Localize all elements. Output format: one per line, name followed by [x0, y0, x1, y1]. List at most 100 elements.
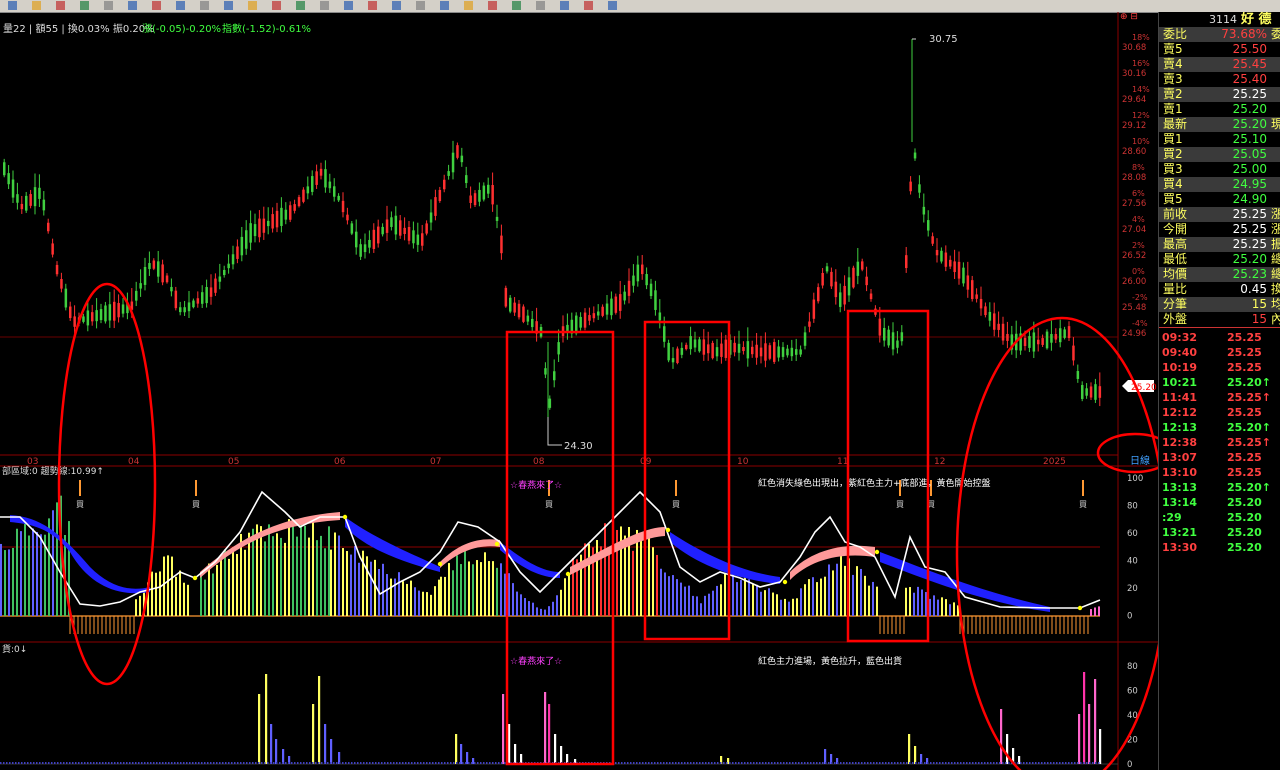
ind1-bar: [656, 554, 658, 616]
ind2-baseline-bar: [288, 762, 290, 764]
toolbar-tool-icon[interactable]: [128, 1, 137, 10]
candle-body: [975, 294, 978, 299]
ind1-bar: [1094, 607, 1096, 616]
ind1-bar: [366, 556, 368, 616]
candle-body: [913, 152, 917, 159]
tick-time: 13:13: [1162, 481, 1198, 494]
quote-label: 均價: [1163, 267, 1188, 281]
quote-label: 最新: [1163, 117, 1188, 131]
toolbar-tool-icon[interactable]: [392, 1, 401, 10]
ind2-baseline-bar: [828, 762, 830, 764]
ind1-bar: [941, 597, 943, 616]
chart-canvas[interactable]: 量22 | 額55 | 換0.03% 振0.20% 漲(-0.05)-0.20%…: [0, 12, 1158, 770]
period-label[interactable]: 日線: [1130, 454, 1150, 467]
candle-body: [7, 173, 10, 185]
ind2-baseline-bar: [246, 762, 248, 764]
ind1-bar: [36, 531, 38, 616]
candle-body: [504, 287, 508, 307]
candle-body: [165, 275, 169, 283]
toolbar-tool-icon[interactable]: [320, 1, 329, 10]
ind2-baseline-bar: [996, 762, 998, 764]
panel-menu-icon[interactable]: ⊕ ⊟: [1120, 12, 1138, 22]
toolbar-tool-icon[interactable]: [512, 1, 521, 10]
toolbar-tool-icon[interactable]: [584, 1, 593, 10]
candle-body: [399, 220, 402, 236]
ind1-bar: [929, 598, 931, 616]
ind2-baseline-bar: [402, 762, 404, 764]
toolbar-tool-icon[interactable]: [248, 1, 257, 10]
candle-body: [121, 304, 125, 314]
ind1-bar: [272, 536, 274, 616]
ind1-bar: [564, 578, 566, 616]
ind2-baseline-bar: [720, 762, 722, 764]
candle-body: [425, 223, 428, 234]
chart-area[interactable]: 量22 | 額55 | 換0.03% 振0.20% 漲(-0.05)-0.20%…: [0, 12, 1158, 770]
toolbar-tool-icon[interactable]: [536, 1, 545, 10]
ind2-baseline-bar: [681, 762, 683, 764]
toolbar-tool-icon[interactable]: [560, 1, 569, 10]
ind1-bar: [840, 550, 842, 616]
candle-body: [1081, 385, 1084, 399]
ind2-bar: [914, 746, 917, 764]
ind2-baseline-bar: [318, 762, 320, 764]
candle-body: [1089, 386, 1093, 398]
ind1-bar: [704, 595, 706, 616]
ind1-bar: [937, 599, 939, 616]
toolbar-tool-icon[interactable]: [152, 1, 161, 10]
ind2-baseline-bar: [96, 762, 98, 764]
toolbar-tool-icon[interactable]: [104, 1, 113, 10]
candle-body: [363, 244, 367, 253]
quote-row: 買3 25.00: [1159, 162, 1280, 177]
ind2-baseline-bar: [744, 762, 746, 764]
ind2-baseline-bar: [1080, 762, 1082, 764]
toolbar-tool-icon[interactable]: [272, 1, 281, 10]
candle-body: [311, 176, 314, 192]
tick-time: 10:19: [1162, 361, 1198, 374]
toolbar-tool-icon[interactable]: [608, 1, 617, 10]
toolbar-tool-icon[interactable]: [368, 1, 377, 10]
candle-body: [69, 306, 72, 319]
ind2-baseline-bar: [60, 762, 62, 764]
quote-label: 外盤: [1163, 312, 1188, 326]
toolbar-tool-icon[interactable]: [344, 1, 353, 10]
toolbar-tool-icon[interactable]: [224, 1, 233, 10]
ind2-baseline-bar: [921, 762, 923, 764]
toolbar-tool-icon[interactable]: [8, 1, 17, 10]
price-axis-pct: 4%: [1132, 215, 1145, 224]
tick-price: 25.20↑: [1227, 481, 1272, 494]
price-axis-pct: -4%: [1132, 319, 1148, 328]
toolbar-tool-icon[interactable]: [176, 1, 185, 10]
ind2-baseline-bar: [3, 762, 5, 764]
ind2-baseline-bar: [9, 762, 11, 764]
tick-row: 13:14 25.20: [1159, 495, 1280, 510]
toolbar-tool-icon[interactable]: [32, 1, 41, 10]
ind2-bar: [824, 749, 827, 764]
ind2-baseline-bar: [366, 762, 368, 764]
ind2-baseline-bar: [717, 762, 719, 764]
ind1-bar: [414, 587, 416, 616]
ind2-baseline-bar: [645, 762, 647, 764]
toolbar-tool-icon[interactable]: [80, 1, 89, 10]
candle-body: [817, 287, 820, 302]
ind2-baseline-bar: [201, 762, 203, 764]
ind1-bar: [756, 584, 758, 616]
ind1-bar: [832, 570, 834, 616]
toolbar-tool-icon[interactable]: [296, 1, 305, 10]
candle-body: [557, 342, 560, 355]
ind2-baseline-bar: [810, 762, 812, 764]
toolbar-tool-icon[interactable]: [440, 1, 449, 10]
quote-label: 買4: [1163, 177, 1183, 191]
toolbar-tool-icon[interactable]: [488, 1, 497, 10]
candle-body: [1067, 326, 1071, 339]
price-axis-pct: -2%: [1132, 293, 1148, 302]
candle-body: [117, 303, 120, 318]
candle-body: [280, 207, 283, 226]
toolbar-tool-icon[interactable]: [416, 1, 425, 10]
ind2-baseline-bar: [990, 762, 992, 764]
candle-body: [878, 318, 882, 336]
toolbar-tool-icon[interactable]: [464, 1, 473, 10]
ind2-baseline-bar: [741, 762, 743, 764]
candle-body: [487, 184, 490, 194]
toolbar-tool-icon[interactable]: [200, 1, 209, 10]
toolbar-tool-icon[interactable]: [56, 1, 65, 10]
